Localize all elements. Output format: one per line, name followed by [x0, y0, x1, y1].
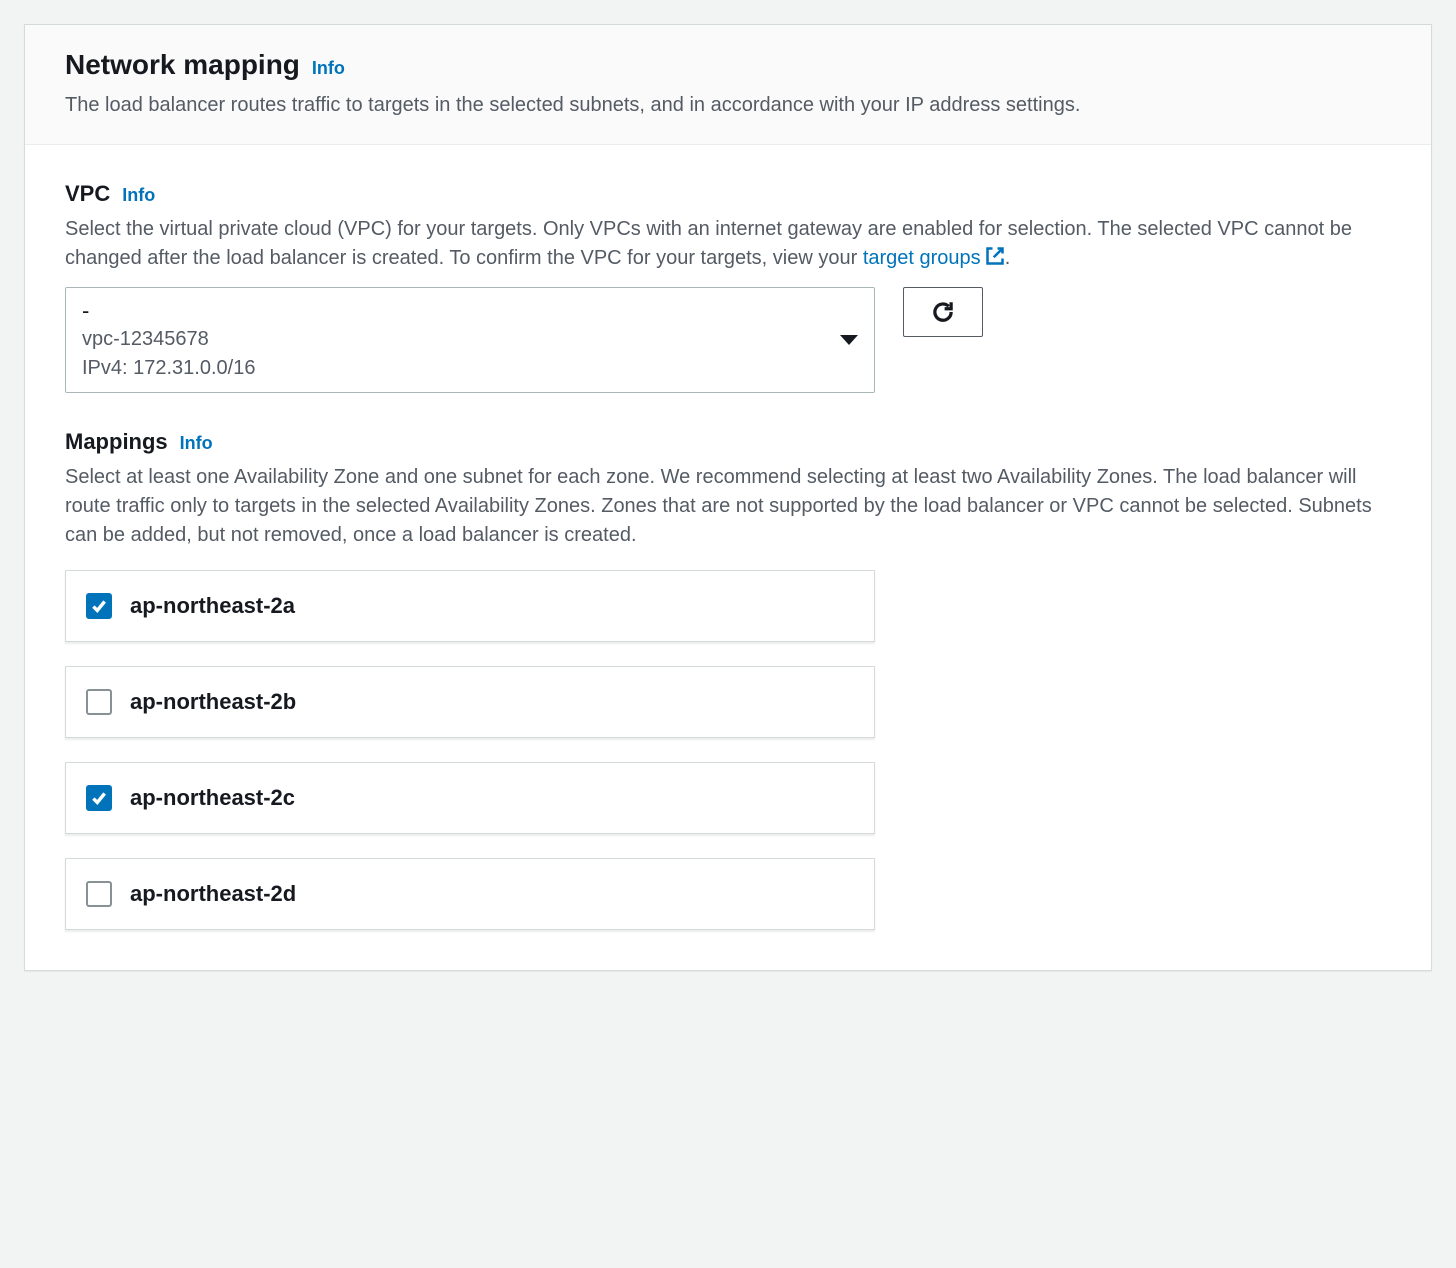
- target-groups-link-text: target groups: [863, 244, 981, 273]
- zone-label: ap-northeast-2a: [130, 593, 295, 619]
- zone-label: ap-northeast-2c: [130, 785, 295, 811]
- mappings-section: Mappings Info Select at least one Availa…: [65, 429, 1391, 930]
- vpc-description-text: Select the virtual private cloud (VPC) f…: [65, 218, 1352, 269]
- network-mapping-panel: Network mapping Info The load balancer r…: [24, 24, 1432, 971]
- mappings-section-title: Mappings: [65, 429, 168, 455]
- panel-header: Network mapping Info The load balancer r…: [25, 25, 1431, 145]
- checkmark-icon: [90, 597, 108, 615]
- zone-item-ap-northeast-2c[interactable]: ap-northeast-2c: [65, 762, 875, 834]
- info-link-mappings[interactable]: Info: [180, 433, 213, 454]
- target-groups-link[interactable]: target groups: [863, 244, 1005, 273]
- zone-item-ap-northeast-2d[interactable]: ap-northeast-2d: [65, 858, 875, 930]
- zone-item-ap-northeast-2a[interactable]: ap-northeast-2a: [65, 570, 875, 642]
- vpc-description: Select the virtual private cloud (VPC) f…: [65, 215, 1391, 273]
- vpc-selected-cidr: IPv4: 172.31.0.0/16: [82, 355, 255, 382]
- vpc-select[interactable]: - vpc-12345678 IPv4: 172.31.0.0/16: [65, 287, 875, 393]
- zone-checkbox[interactable]: [86, 785, 112, 811]
- vpc-description-tail: .: [1005, 247, 1011, 269]
- vpc-section-title: VPC: [65, 181, 110, 207]
- zone-item-ap-northeast-2b[interactable]: ap-northeast-2b: [65, 666, 875, 738]
- external-link-icon: [985, 246, 1005, 266]
- vpc-selected-id: vpc-12345678: [82, 326, 255, 353]
- zone-label: ap-northeast-2d: [130, 881, 296, 907]
- vpc-selected-name: -: [82, 298, 255, 324]
- refresh-button[interactable]: [903, 287, 983, 337]
- refresh-icon: [930, 299, 956, 325]
- zone-checkbox[interactable]: [86, 689, 112, 715]
- panel-title: Network mapping: [65, 49, 300, 81]
- checkmark-icon: [90, 789, 108, 807]
- vpc-section: VPC Info Select the virtual private clou…: [65, 181, 1391, 393]
- zone-checkbox[interactable]: [86, 593, 112, 619]
- zone-checkbox[interactable]: [86, 881, 112, 907]
- info-link-header[interactable]: Info: [312, 58, 345, 79]
- caret-down-icon: [840, 335, 858, 345]
- availability-zone-list: ap-northeast-2a ap-northeast-2b: [65, 570, 875, 930]
- info-link-vpc[interactable]: Info: [122, 185, 155, 206]
- panel-description: The load balancer routes traffic to targ…: [65, 91, 1391, 120]
- zone-label: ap-northeast-2b: [130, 689, 296, 715]
- mappings-description: Select at least one Availability Zone an…: [65, 463, 1391, 550]
